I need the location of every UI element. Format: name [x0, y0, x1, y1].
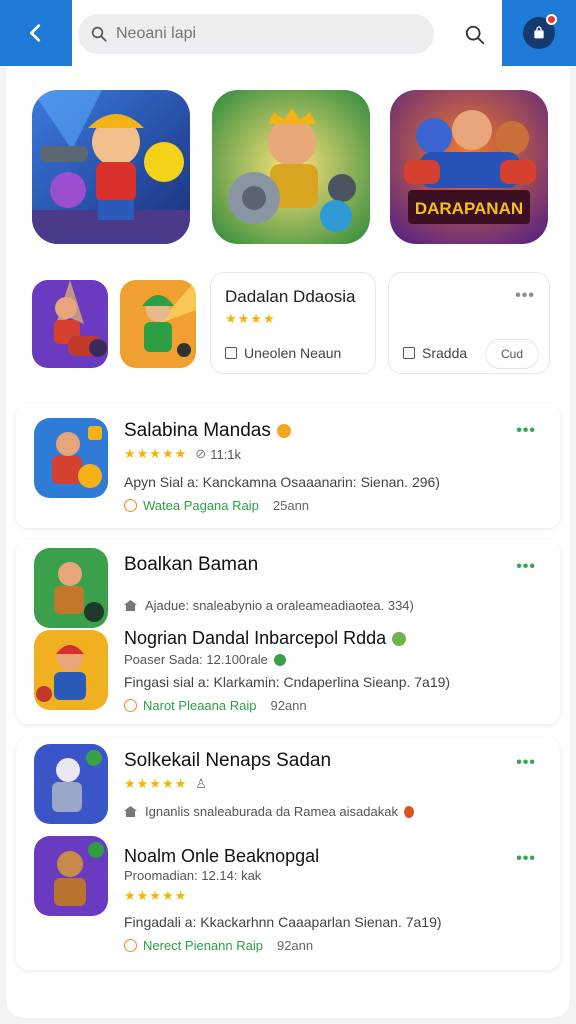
- install-label[interactable]: Nerect Pienann Raip: [143, 938, 263, 953]
- app-description: Fingasi sial a: Klarkamin: Cndaperlina S…: [124, 674, 451, 690]
- download-icon: ⊘: [195, 446, 207, 461]
- list-card-3[interactable]: Solkekail Nenaps Sadan ★★★★★ ♙ Ignanlis …: [16, 738, 560, 970]
- size-label: 92ann: [276, 938, 314, 953]
- leaf-icon: [273, 653, 286, 666]
- mini-card-title: Dadalan Ddaosia: [225, 287, 356, 306]
- featured-game-3[interactable]: DARAPANAN: [390, 90, 548, 244]
- profile-icon: [523, 14, 557, 49]
- game-art-10: [34, 836, 108, 916]
- top-bar: [0, 0, 576, 66]
- app-description: Apyn Sial a: Kanckamna Osaaanarin: Siena…: [124, 474, 440, 490]
- game-art-6: [34, 418, 108, 498]
- game-art-3: DARAPANAN: [390, 90, 548, 244]
- profile-button[interactable]: [502, 0, 576, 66]
- mini-card-stars: ★★★★: [225, 311, 276, 326]
- rating-row: ★★★★★ ⊘ 11:1k: [124, 446, 241, 462]
- checkbox-icon[interactable]: [403, 347, 415, 359]
- size-label: 92ann: [270, 698, 307, 713]
- install-row[interactable]: Narot Pleaana Raip 92ann: [124, 698, 307, 713]
- notification-dot: [546, 14, 557, 25]
- game-art-9: [34, 744, 108, 824]
- user-icon: ♙: [195, 776, 207, 791]
- featured-game-2[interactable]: [212, 90, 370, 244]
- sub-app-meta-text: Poaser Sada: 12.100rale: [124, 652, 268, 667]
- more-dots-icon[interactable]: •••: [515, 287, 535, 305]
- home-icon: [124, 806, 137, 817]
- search-icon: [465, 25, 485, 45]
- install-row[interactable]: Watea Pagana Raip 25ann: [124, 498, 309, 513]
- leaf-badge-icon: [392, 631, 407, 646]
- app-meta-text: Ignanlis snaleaburada da Ramea aisadakak: [145, 804, 398, 819]
- clock-icon: [124, 699, 137, 712]
- sub-app-title: Nogrian Dandal Inbarcepol Rdda: [124, 628, 407, 649]
- game-art-8: [34, 630, 108, 710]
- list-card-2[interactable]: Boalkan Baman Ajadue: snaleabynio a oral…: [16, 540, 560, 724]
- app-title: Salabina Mandas: [124, 420, 291, 442]
- size-label: 25ann: [272, 498, 310, 513]
- rating-stars: ★★★★★: [124, 888, 188, 903]
- rating-row: ★★★★★ ♙: [124, 776, 207, 792]
- bag-icon: [534, 26, 544, 39]
- sub-app-title: Noalm Onle Beaknopgal: [124, 846, 320, 866]
- install-label[interactable]: Narot Pleaana Raip: [143, 698, 256, 713]
- sub-app-meta: Proomadian: 12.14: kak: [124, 868, 262, 883]
- rating-count: 11:1k: [210, 446, 242, 462]
- search-icon: [91, 26, 107, 42]
- app-title: Boalkan Baman: [124, 554, 259, 575]
- more-dots-icon[interactable]: •••: [516, 422, 536, 440]
- more-dots-icon[interactable]: •••: [516, 850, 536, 868]
- app-meta-text: Ajadue: snaleabynio a oraleameadiaotea. …: [145, 598, 414, 613]
- sub-app-meta: Poaser Sada: 12.100rale: [124, 652, 286, 667]
- mini-card-option-label: Uneolen Neaun: [244, 345, 342, 361]
- game-art-7: [34, 548, 108, 628]
- list-card-1[interactable]: Salabina Mandas ★★★★★ ⊘ 11:1k Apyn Sial …: [16, 404, 560, 528]
- app-meta: Ajadue: snaleabynio a oraleameadiaotea. …: [124, 598, 414, 613]
- app-description: Fingadali a: Kkackarhnn Caaaparlan Siena…: [124, 914, 442, 930]
- more-dots-icon[interactable]: •••: [516, 754, 536, 772]
- rating-stars: ★★★★★: [124, 776, 188, 791]
- flame-icon: [403, 805, 414, 818]
- mini-card-option[interactable]: Uneolen Neaun: [225, 345, 341, 361]
- search-button[interactable]: [460, 20, 490, 50]
- game-art-1: [32, 90, 190, 244]
- app-icon: [34, 744, 108, 824]
- app-title: Solkekail Nenaps Sadan: [124, 750, 332, 771]
- mini-card-2[interactable]: ••• Sradda Cud: [388, 272, 550, 374]
- back-arrow-icon: [30, 24, 41, 42]
- app-icon: [34, 418, 108, 498]
- back-button[interactable]: [0, 0, 72, 66]
- mini-card-pill[interactable]: Cud: [485, 339, 539, 369]
- verified-badge-icon: [276, 424, 291, 438]
- app-title-text: Salabina Mandas: [124, 420, 271, 441]
- app-icon: [34, 548, 108, 628]
- more-dots-icon[interactable]: •••: [516, 558, 536, 576]
- search-input[interactable]: [116, 25, 416, 43]
- app-icon: [34, 836, 108, 916]
- game-art-5: [120, 280, 196, 368]
- install-row[interactable]: Nerect Pienann Raip 92ann: [124, 938, 313, 953]
- app-icon: [34, 630, 108, 710]
- home-icon: [124, 600, 137, 611]
- game-art-4: [32, 280, 108, 368]
- game-logo-text: DARAPANAN: [415, 199, 523, 218]
- clock-icon: [124, 499, 137, 512]
- mini-card-1[interactable]: Dadalan Ddaosia ★★★★ Uneolen Neaun: [210, 272, 376, 374]
- small-game-1[interactable]: [32, 280, 108, 368]
- mini-card-option[interactable]: Sradda: [403, 345, 467, 361]
- game-art-2: [212, 90, 370, 244]
- clock-icon: [124, 939, 137, 952]
- featured-game-1[interactable]: [32, 90, 190, 244]
- sub-app-title-text: Nogrian Dandal Inbarcepol Rdda: [124, 628, 387, 648]
- search-bar[interactable]: [78, 14, 434, 54]
- rating-stars: ★★★★★: [124, 446, 188, 461]
- sub-app-stars: ★★★★★: [124, 888, 187, 904]
- app-meta: Ignanlis snaleaburada da Ramea aisadakak: [124, 804, 414, 819]
- small-game-2[interactable]: [120, 280, 196, 368]
- mini-card-option-label: Sradda: [422, 345, 468, 361]
- checkbox-icon[interactable]: [225, 347, 237, 359]
- install-label[interactable]: Watea Pagana Raip: [143, 498, 259, 513]
